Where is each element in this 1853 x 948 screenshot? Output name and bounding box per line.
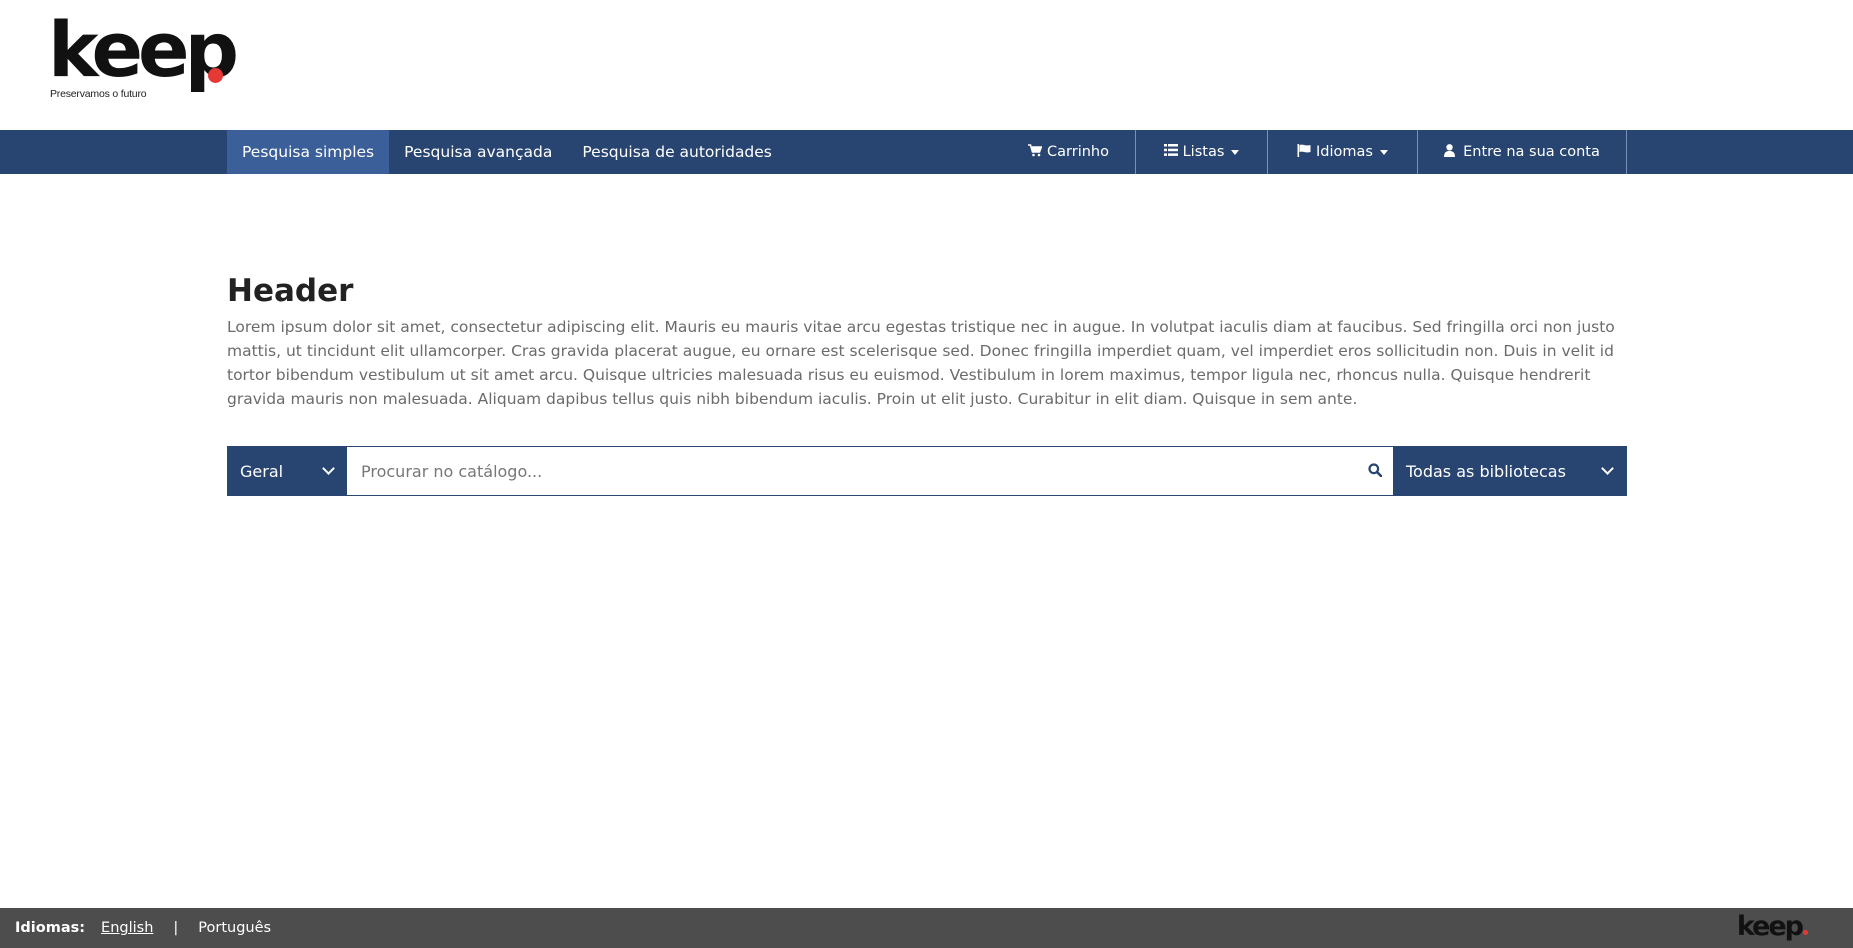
- main-content: Header Lorem ipsum dolor sit amet, conse…: [227, 270, 1627, 411]
- list-icon: [1163, 144, 1178, 160]
- user-nav: Carrinho Listas Idiomas Entre na sua con…: [1002, 130, 1627, 174]
- intro-text: Lorem ipsum dolor sit amet, consectetur …: [227, 318, 1615, 408]
- cart-button[interactable]: Carrinho: [1002, 130, 1136, 174]
- library-select[interactable]: Todas as bibliotecas: [1393, 447, 1626, 495]
- nav-advanced-search[interactable]: Pesquisa avançada: [389, 130, 567, 174]
- chevron-down-icon: [1601, 462, 1614, 475]
- search-scope-select[interactable]: Geral: [228, 447, 347, 495]
- footer-logo-dot: [1803, 930, 1808, 935]
- logo-tagline: Preservamos o futuro: [50, 88, 147, 100]
- login-button[interactable]: Entre na sua conta: [1418, 130, 1627, 174]
- footer-keep-logo: keep: [1737, 912, 1808, 942]
- language-separator: |: [173, 920, 179, 936]
- language-link-english[interactable]: English: [101, 920, 153, 936]
- flag-icon: [1297, 143, 1311, 161]
- chevron-down-icon: [322, 462, 335, 475]
- languages-label: Idiomas: [1316, 144, 1373, 160]
- keep-logo[interactable]: keep Preservamos o futuro: [48, 12, 239, 104]
- search-button[interactable]: [1357, 447, 1393, 495]
- search-input[interactable]: [347, 447, 1357, 495]
- caret-down-icon: [1231, 149, 1240, 155]
- nav-authority-search[interactable]: Pesquisa de autoridades: [567, 130, 787, 174]
- footer-logo-wordmark: keep: [1736, 911, 1804, 942]
- languages-dropdown[interactable]: Idiomas: [1268, 130, 1418, 174]
- search-icon: [1368, 462, 1383, 481]
- cart-label: Carrinho: [1047, 144, 1109, 160]
- main-navbar: Pesquisa simples Pesquisa avançada Pesqu…: [0, 130, 1853, 174]
- language-current-portuguese: Português: [198, 920, 272, 936]
- footer-bar: Idiomas: English | Português keep: [0, 908, 1853, 948]
- catalog-search-bar: Geral Todas as bibliotecas: [227, 446, 1627, 496]
- footer-languages-label: Idiomas:: [15, 920, 86, 936]
- shopping-cart-icon: [1028, 143, 1043, 161]
- page-title: Header: [227, 273, 354, 309]
- search-scope-value: Geral: [240, 461, 284, 481]
- user-icon: [1444, 143, 1456, 161]
- logo-dot: [208, 68, 223, 83]
- lists-dropdown[interactable]: Listas: [1136, 130, 1268, 174]
- login-label: Entre na sua conta: [1463, 144, 1600, 160]
- caret-down-icon: [1379, 149, 1388, 155]
- lists-label: Listas: [1182, 144, 1225, 160]
- search-type-nav: Pesquisa simples Pesquisa avançada Pesqu…: [227, 130, 787, 174]
- nav-simple-search[interactable]: Pesquisa simples: [227, 130, 390, 174]
- logo-wordmark: keep: [48, 5, 239, 94]
- library-select-value: Todas as bibliotecas: [1406, 461, 1566, 481]
